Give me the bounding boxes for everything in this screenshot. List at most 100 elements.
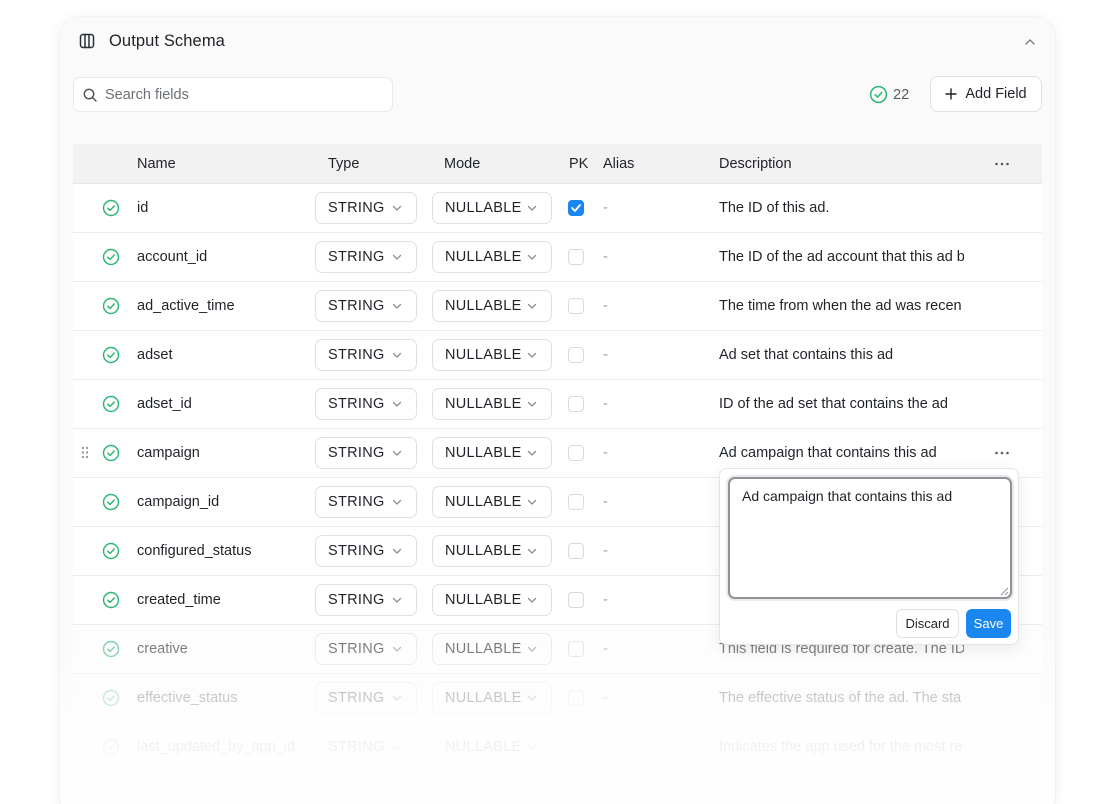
type-select[interactable]: STRING [315, 584, 417, 616]
alias-value[interactable]: - [603, 739, 608, 755]
pk-checkbox[interactable] [568, 543, 584, 559]
mode-select[interactable]: NULLABLE [432, 339, 552, 371]
alias-value[interactable]: - [603, 494, 608, 510]
chevron-down-icon [527, 499, 537, 505]
chevron-down-icon [527, 548, 537, 554]
pk-checkbox[interactable] [568, 249, 584, 265]
mode-value: NULLABLE [445, 249, 522, 265]
description-value[interactable]: The ID of the ad account that this ad b [719, 249, 964, 265]
pk-checkbox[interactable] [568, 396, 584, 412]
table-row[interactable]: account_id STRING NULLABLE - The ID of the a… [73, 233, 1042, 282]
description-textarea[interactable]: Ad campaign that contains this ad [728, 477, 1012, 599]
table-row[interactable]: last_updated_by_app_id STRING NULLABLE - Ind… [73, 723, 1042, 772]
type-select[interactable]: STRING [315, 535, 417, 567]
alias-value[interactable]: - [603, 641, 608, 657]
table-row[interactable]: effective_status STRING NULLABLE - The effec… [73, 674, 1042, 723]
alias-value[interactable]: - [603, 445, 608, 461]
columns-icon [79, 33, 95, 49]
save-button[interactable]: Save [966, 609, 1011, 638]
mode-value: NULLABLE [445, 347, 522, 363]
type-value: STRING [328, 347, 385, 363]
type-select[interactable]: STRING [315, 486, 417, 518]
mode-select[interactable]: NULLABLE [432, 437, 552, 469]
description-value[interactable]: ID of the ad set that contains the ad [719, 396, 964, 412]
pk-checkbox[interactable] [568, 494, 584, 510]
more-horizontal-icon[interactable] [994, 451, 1010, 455]
pk-checkbox[interactable] [568, 347, 584, 363]
chevron-up-icon[interactable] [1023, 35, 1037, 49]
search-input[interactable] [105, 78, 385, 111]
field-name: last_updated_by_app_id [137, 739, 296, 755]
description-value[interactable]: Ad campaign that contains this ad [719, 445, 964, 461]
alias-value[interactable]: - [603, 592, 608, 608]
table-row[interactable]: id STRING NULLABLE - The ID of this ad. [73, 184, 1042, 233]
mode-select[interactable]: NULLABLE [432, 731, 552, 763]
pk-checkbox[interactable] [568, 445, 584, 461]
alias-value[interactable]: - [603, 298, 608, 314]
chevron-down-icon [527, 744, 537, 750]
search-box [73, 77, 393, 112]
alias-value[interactable]: - [603, 690, 608, 706]
type-value: STRING [328, 494, 385, 510]
type-select[interactable]: STRING [315, 388, 417, 420]
type-select[interactable]: STRING [315, 437, 417, 469]
column-alias: Alias [603, 156, 635, 172]
field-name: created_time [137, 592, 221, 608]
pk-checkbox[interactable] [568, 690, 584, 706]
description-value[interactable]: Ad set that contains this ad [719, 347, 964, 363]
pk-checkbox[interactable] [568, 641, 584, 657]
chevron-down-icon [527, 597, 537, 603]
alias-value[interactable]: - [603, 396, 608, 412]
description-value[interactable]: The time from when the ad was recen [719, 298, 964, 314]
column-mode: Mode [444, 156, 481, 172]
more-horizontal-icon[interactable] [994, 162, 1010, 166]
mode-value: NULLABLE [445, 396, 522, 412]
type-select[interactable]: STRING [315, 241, 417, 273]
alias-value[interactable]: - [603, 249, 608, 265]
check-circle-icon [102, 689, 120, 707]
type-select[interactable]: STRING [315, 339, 417, 371]
mode-value: NULLABLE [445, 494, 522, 510]
pk-checkbox[interactable] [568, 298, 584, 314]
chevron-down-icon [527, 646, 537, 652]
mode-select[interactable]: NULLABLE [432, 682, 552, 714]
table-row[interactable]: adset STRING NULLABLE - Ad set that contains… [73, 331, 1042, 380]
type-select[interactable]: STRING [315, 731, 417, 763]
type-select[interactable]: STRING [315, 682, 417, 714]
table-row[interactable]: ad_active_time STRING NULLABLE - The time fr… [73, 282, 1042, 331]
pk-checkbox[interactable] [568, 200, 584, 216]
description-value[interactable]: Indicates the app used for the most re [719, 739, 964, 755]
add-field-button[interactable]: Add Field [930, 76, 1042, 112]
type-select[interactable]: STRING [315, 633, 417, 665]
resize-grip-icon[interactable] [999, 586, 1009, 596]
panel-title: Output Schema [109, 32, 225, 50]
drag-handle-icon[interactable] [81, 446, 89, 459]
alias-value[interactable]: - [603, 200, 608, 216]
type-select[interactable]: STRING [315, 290, 417, 322]
alias-value[interactable]: - [603, 543, 608, 559]
mode-select[interactable]: NULLABLE [432, 192, 552, 224]
type-select[interactable]: STRING [315, 192, 417, 224]
mode-select[interactable]: NULLABLE [432, 486, 552, 518]
field-name: account_id [137, 249, 208, 265]
alias-value[interactable]: - [603, 347, 608, 363]
mode-select[interactable]: NULLABLE [432, 535, 552, 567]
description-value[interactable]: The effective status of the ad. The sta [719, 690, 964, 706]
field-name: adset_id [137, 396, 192, 412]
type-value: STRING [328, 739, 385, 755]
check-circle-icon [102, 444, 120, 462]
mode-select[interactable]: NULLABLE [432, 388, 552, 420]
mode-select[interactable]: NULLABLE [432, 290, 552, 322]
mode-select[interactable]: NULLABLE [432, 241, 552, 273]
chevron-down-icon [392, 303, 402, 309]
pk-checkbox[interactable] [568, 592, 584, 608]
field-count-value: 22 [893, 86, 910, 103]
table-row[interactable]: adset_id STRING NULLABLE - ID of the ad set … [73, 380, 1042, 429]
check-circle-icon [102, 297, 120, 315]
column-type: Type [328, 156, 360, 172]
pk-checkbox[interactable] [568, 739, 584, 755]
description-value[interactable]: The ID of this ad. [719, 200, 964, 216]
mode-select[interactable]: NULLABLE [432, 633, 552, 665]
mode-select[interactable]: NULLABLE [432, 584, 552, 616]
discard-button[interactable]: Discard [896, 609, 959, 638]
